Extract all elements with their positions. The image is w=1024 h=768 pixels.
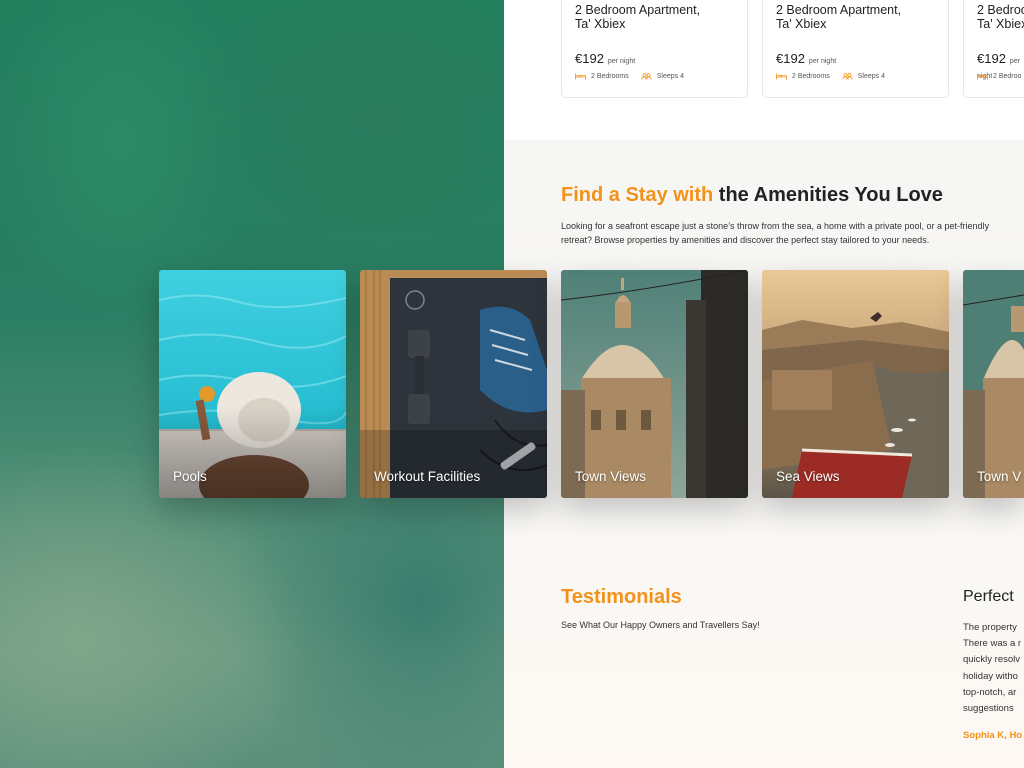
property-price: €192 per night <box>776 51 837 66</box>
property-card[interactable]: 2 Bedroom Apartment, Ta' Xbiex €192per n… <box>762 0 949 98</box>
amenity-label: Town Views <box>575 469 647 484</box>
amenity-label: Sea Views <box>776 469 840 484</box>
sea-photo <box>762 270 949 498</box>
workout-photo <box>360 270 547 498</box>
property-title: 2 Bedroom Apartment, Ta' Xbiex <box>776 3 902 31</box>
property-card[interactable]: 2 Bedroom Apartment, Ta' Xbiex €192per n… <box>963 0 1024 98</box>
guests-icon <box>842 73 853 80</box>
property-meta: 2 Bedrooms Sleeps 4 <box>575 73 684 80</box>
property-meta: 2 Bedrooms Sleeps 4 <box>776 73 885 80</box>
pool-photo <box>159 270 346 498</box>
amenities-description: Looking for a seafront escape just a sto… <box>561 221 990 245</box>
amenity-label: Pools <box>173 469 207 484</box>
town-photo <box>561 270 748 498</box>
property-title: 2 Bedroom Apartment, Ta' Xbiex <box>977 3 1024 31</box>
amenity-card-town-views-2[interactable]: Town V <box>963 270 1024 498</box>
property-meta: 2 Bedroo <box>977 73 1021 80</box>
property-title: 2 Bedroom Apartment, Ta' Xbiex <box>575 3 701 31</box>
testimonials-title: Testimonials <box>561 586 682 608</box>
guests-icon <box>641 73 652 80</box>
bed-icon <box>977 73 988 80</box>
amenity-card-pools[interactable]: Pools <box>159 270 346 498</box>
amenity-label: Workout Facilities <box>374 469 481 484</box>
bed-icon <box>776 73 787 80</box>
amenity-label: Town V <box>977 469 1022 484</box>
amenity-card-town-views[interactable]: Town Views <box>561 270 748 498</box>
amenity-card-sea-views[interactable]: Sea Views <box>762 270 949 498</box>
town-photo <box>963 270 1024 498</box>
review-text: The property There was a r quickly resol… <box>963 622 1022 715</box>
testimonials-subtitle: See What Our Happy Owners and Travellers… <box>561 620 760 630</box>
bed-icon <box>575 73 586 80</box>
property-price: €192 per night <box>575 51 636 66</box>
amenities-heading: Find a Stay with the Amenities You Love <box>561 184 943 206</box>
property-card[interactable]: 2 Bedroom Apartment, Ta' Xbiex €192per n… <box>561 0 748 98</box>
review-title: Perfect <box>963 588 1014 605</box>
reviewer-name: Sophia K, Ho <box>963 730 1023 741</box>
amenity-card-workout[interactable]: Workout Facilities <box>360 270 547 498</box>
